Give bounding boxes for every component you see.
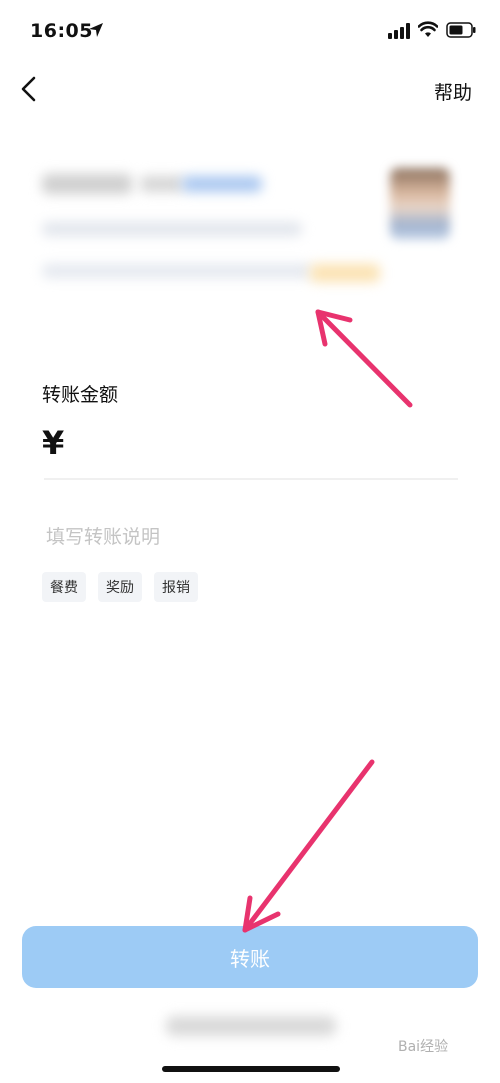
blurred-footer-text bbox=[166, 1016, 336, 1036]
annotation-arrow-transfer bbox=[242, 759, 375, 933]
transfer-button[interactable]: 转账 bbox=[22, 926, 478, 988]
annotation-arrow-recipient bbox=[315, 309, 413, 408]
wifi-icon bbox=[418, 21, 438, 37]
help-link[interactable]: 帮助 bbox=[434, 78, 472, 105]
cellular-signal-icon bbox=[388, 23, 410, 39]
status-time: 16:05 bbox=[30, 20, 93, 42]
recipient-info-card bbox=[36, 160, 456, 300]
tag-reimburse[interactable]: 报销 bbox=[154, 572, 198, 602]
watermark-text: Bai经验 bbox=[398, 1039, 449, 1055]
amount-divider bbox=[44, 478, 458, 480]
avatar bbox=[390, 168, 450, 240]
back-button[interactable] bbox=[14, 72, 48, 106]
tag-meal[interactable]: 餐费 bbox=[42, 572, 86, 602]
location-arrow-icon bbox=[89, 23, 103, 37]
home-indicator bbox=[162, 1066, 340, 1072]
amount-label: 转账金额 bbox=[42, 384, 119, 406]
tag-reward[interactable]: 奖励 bbox=[98, 572, 142, 602]
battery-icon bbox=[446, 22, 476, 38]
quick-note-tags: 餐费 奖励 报销 bbox=[42, 572, 198, 602]
amount-input[interactable] bbox=[80, 422, 460, 468]
transfer-note-input[interactable] bbox=[44, 520, 458, 554]
currency-symbol: ¥ bbox=[42, 424, 65, 462]
